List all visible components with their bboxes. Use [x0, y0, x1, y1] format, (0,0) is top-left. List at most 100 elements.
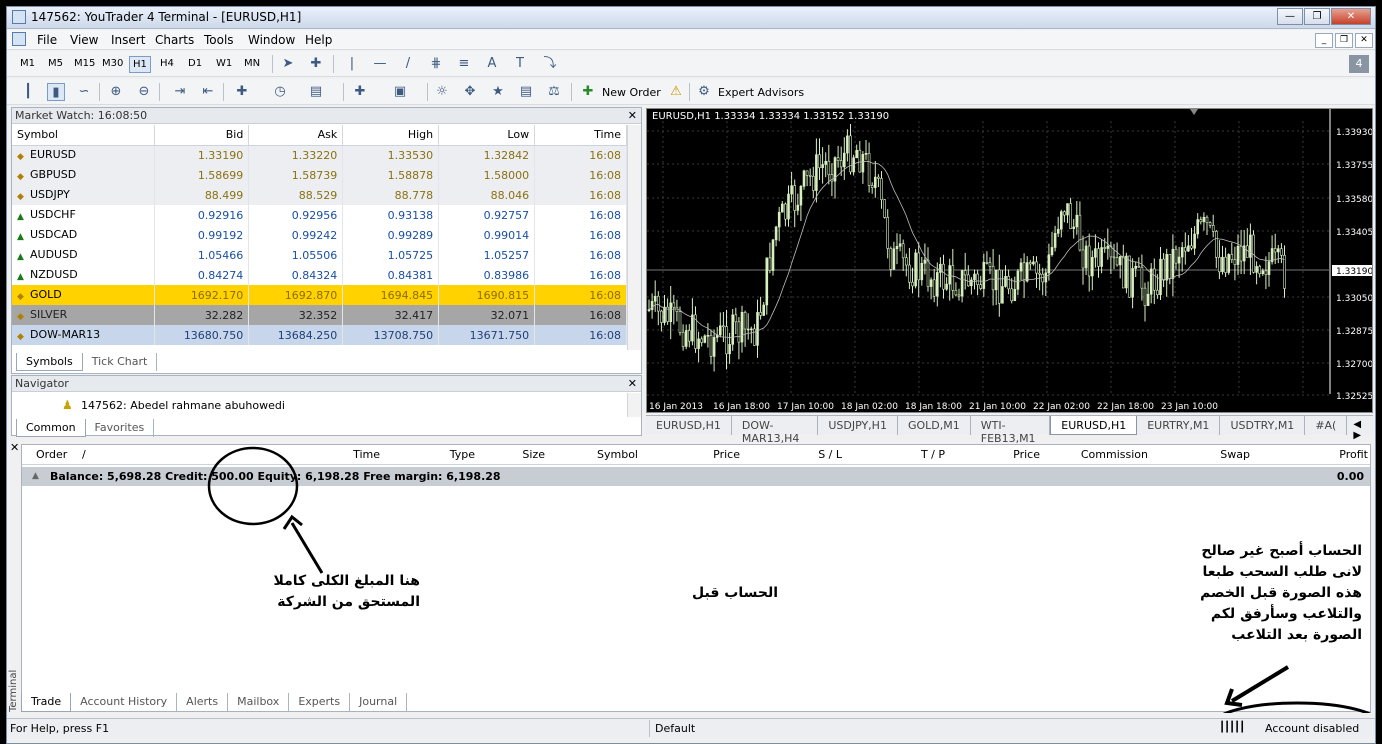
periods-icon[interactable]: ◷ — [271, 83, 289, 101]
text-label-icon[interactable]: T — [511, 55, 529, 73]
col-size[interactable]: Size — [522, 445, 545, 465]
trendline-icon[interactable]: / — [399, 55, 417, 73]
chart-tab-7[interactable]: USDTRY,M1 — [1220, 416, 1306, 435]
col-type[interactable]: Type — [450, 445, 475, 465]
tab-favorites[interactable]: Favorites — [86, 419, 155, 437]
tf-m30[interactable]: M30 — [99, 56, 126, 71]
tf-m15[interactable]: M15 — [71, 56, 98, 71]
mw-col-ask[interactable]: Ask — [248, 125, 344, 146]
mdi-restore-button[interactable]: ❐ — [1335, 33, 1353, 48]
expert-advisors-icon[interactable]: ⚙ — [695, 83, 713, 101]
mw-col-high[interactable]: High — [342, 125, 440, 146]
col-price-current[interactable]: Price — [1013, 445, 1040, 465]
mw-col-bid[interactable]: Bid — [154, 125, 250, 146]
chart-tab-0[interactable]: EURUSD,H1 — [646, 416, 732, 435]
market-watch-icon[interactable]: ☼ — [433, 83, 451, 101]
balance-row[interactable]: ▲ Balance: 5,698.28 Credit: 500.00 Equit… — [22, 467, 1370, 486]
chart-tab-6[interactable]: EURTRY,M1 — [1137, 416, 1221, 435]
chart-tabs-scroll-icon[interactable]: ◀ ▶ — [1347, 416, 1373, 441]
templates-icon[interactable]: ▤ — [307, 83, 325, 101]
col-commission[interactable]: Commission — [1081, 445, 1148, 465]
mw-row-usdcad[interactable]: ▲ USDCAD 0.99192 0.99242 0.99289 0.99014 16:08 — [12, 225, 627, 245]
warning-icon[interactable]: ⚠ — [667, 83, 685, 101]
col-order-sort[interactable]: / — [82, 445, 86, 465]
price-chart[interactable]: 1.33930 1.33755 1.33580 1.33405 1.33190 1.330… — [646, 108, 1373, 413]
candlestick-icon[interactable]: ▮ — [47, 83, 65, 101]
terminal-close-icon[interactable]: ✕ — [10, 441, 19, 454]
indicators-icon[interactable]: ✚ — [233, 83, 251, 101]
notifications-icon[interactable]: 4 — [1349, 55, 1369, 73]
mw-row-usdchf[interactable]: ▲ USDCHF 0.92916 0.92956 0.93138 0.92757 16:08 — [12, 205, 627, 225]
mw-row-silver[interactable]: ◆ SILVER 32.282 32.352 32.417 32.071 16:08 — [12, 305, 627, 325]
tab-alerts[interactable]: Alerts — [177, 693, 229, 712]
menu-charts[interactable]: Charts — [155, 33, 194, 47]
navigator-icon[interactable]: ★ — [489, 83, 507, 101]
menu-file[interactable]: File — [37, 33, 57, 47]
fibonacci-icon[interactable]: ≡ — [455, 55, 473, 73]
mw-col-symbol[interactable]: Symbol — [12, 125, 156, 146]
mw-col-time[interactable]: Time — [534, 125, 627, 146]
tf-mn[interactable]: MN — [241, 56, 263, 71]
tab-journal[interactable]: Journal — [350, 693, 408, 712]
chart-tab-2[interactable]: USDJPY,H1 — [818, 416, 898, 435]
chart-canvas[interactable]: 1.33930 1.33755 1.33580 1.33405 1.33190 1.330… — [647, 109, 1372, 412]
tab-tick-chart[interactable]: Tick Chart — [83, 353, 158, 371]
tf-w1[interactable]: W1 — [213, 56, 235, 71]
col-profit[interactable]: Profit — [1339, 445, 1368, 465]
mw-row-gold[interactable]: ◆ GOLD 1692.170 1692.870 1694.845 1690.815 16:… — [12, 285, 627, 305]
zoom-out-icon[interactable]: ⊖ — [135, 83, 153, 101]
close-button[interactable]: ✕ — [1331, 8, 1371, 25]
navigator-scrollbar[interactable] — [627, 393, 641, 417]
col-sl[interactable]: S / L — [818, 445, 842, 465]
chart-tab-3[interactable]: GOLD,M1 — [898, 416, 971, 435]
crosshair-icon[interactable]: ✚ — [307, 55, 325, 73]
mw-row-gbpusd[interactable]: ◆ GBPUSD 1.58699 1.58739 1.58878 1.58000 16:08 — [12, 165, 627, 185]
line-chart-icon[interactable]: ∽ — [75, 83, 93, 101]
equidistant-channel-icon[interactable]: ⋕ — [427, 55, 445, 73]
chart-tab-4[interactable]: WTI-FEB13,M1 — [971, 416, 1051, 445]
tf-m5[interactable]: M5 — [45, 56, 66, 71]
col-tp[interactable]: T / P — [921, 445, 945, 465]
navigator-close-icon[interactable]: ✕ — [628, 377, 637, 390]
auto-scroll-icon[interactable]: ⇥ — [171, 83, 189, 101]
tf-m1[interactable]: M1 — [17, 56, 38, 71]
tab-trade[interactable]: Trade — [21, 693, 72, 712]
bar-chart-icon[interactable]: ┃ — [19, 83, 37, 101]
profiles-icon[interactable]: ▣ — [391, 83, 409, 101]
market-watch-close-icon[interactable]: ✕ — [628, 109, 637, 122]
tab-experts[interactable]: Experts — [289, 693, 351, 712]
zoom-in-icon[interactable]: ⊕ — [107, 83, 125, 101]
tab-mailbox[interactable]: Mailbox — [228, 693, 290, 712]
terminal-icon[interactable]: ▤ — [517, 83, 535, 101]
maximize-button[interactable]: ❐ — [1304, 8, 1330, 25]
tf-d1[interactable]: D1 — [185, 56, 205, 71]
menu-insert[interactable]: Insert — [111, 33, 145, 47]
mw-row-usdjpy[interactable]: ◆ USDJPY 88.499 88.529 88.778 88.046 16:08 — [12, 185, 627, 205]
data-window-icon[interactable]: ✥ — [461, 83, 479, 101]
tf-h1[interactable]: H1 — [129, 56, 151, 73]
new-order-icon[interactable]: ✚ — [579, 83, 597, 101]
col-price[interactable]: Price — [713, 445, 740, 465]
menu-tools[interactable]: Tools — [204, 33, 234, 47]
vertical-line-icon[interactable]: | — [343, 55, 361, 73]
menu-view[interactable]: View — [70, 33, 98, 47]
mw-row-audusd[interactable]: ▲ AUDUSD 1.05466 1.05506 1.05725 1.05257 16:08 — [12, 245, 627, 265]
new-chart-icon[interactable]: ✚ — [351, 83, 369, 101]
mdi-minimize-button[interactable]: _ — [1315, 33, 1333, 48]
market-watch-scrollbar[interactable] — [627, 125, 641, 350]
navigator-account[interactable]: 147562: Abedel rahmane abuhowedi — [81, 399, 285, 412]
expert-advisors-button[interactable]: Expert Advisors — [718, 86, 804, 99]
cursor-icon[interactable]: ➤ — [279, 55, 297, 73]
minimize-button[interactable]: — — [1277, 8, 1303, 25]
mw-row-eurusd[interactable]: ◆ EURUSD 1.33190 1.33220 1.33530 1.32842 16:08 — [12, 145, 627, 165]
tab-symbols[interactable]: Symbols — [16, 353, 83, 371]
chart-tab-1[interactable]: DOW-MAR13,H4 — [732, 416, 819, 445]
text-icon[interactable]: A — [483, 55, 501, 73]
col-swap[interactable]: Swap — [1220, 445, 1250, 465]
tab-common[interactable]: Common — [16, 419, 86, 437]
col-symbol[interactable]: Symbol — [597, 445, 638, 465]
tf-h4[interactable]: H4 — [157, 56, 177, 71]
col-order[interactable]: Order — [36, 445, 67, 465]
arrows-icon[interactable]: ⤵ — [541, 55, 559, 73]
horizontal-line-icon[interactable]: — — [371, 55, 389, 73]
